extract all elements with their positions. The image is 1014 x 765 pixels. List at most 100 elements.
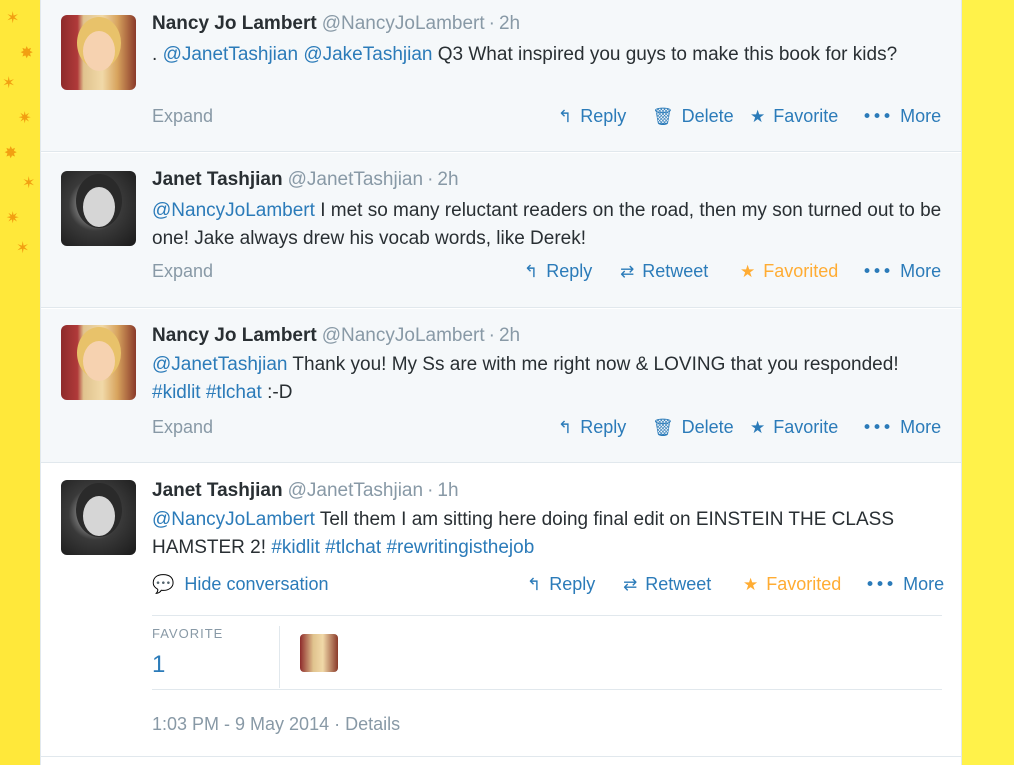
mention-link[interactable]: @JanetTashjian <box>152 354 287 375</box>
delete-button[interactable]: 🗑 Delete <box>652 417 734 438</box>
retweet-button[interactable]: ⇄ Retweet <box>620 261 708 282</box>
delete-label: Delete <box>681 106 734 126</box>
more-button[interactable]: ••• More <box>862 261 941 282</box>
conversation-timeline: Nancy Jo Lambert @NancyJoLambert · 2h . @Ja… <box>40 0 962 765</box>
reply-button[interactable]: ↰ Reply <box>558 106 626 127</box>
username[interactable]: @JanetTashjian <box>288 169 423 190</box>
tweet[interactable]: Nancy Jo Lambert @NancyJoLambert · 2h @Jane… <box>41 309 961 463</box>
more-button[interactable]: ••• More <box>862 106 941 127</box>
mention-link[interactable]: @JanetTashjian <box>163 44 298 65</box>
mention-link[interactable]: @NancyJoLambert <box>152 200 315 221</box>
reply-label: Reply <box>580 417 627 437</box>
hide-conversation-link[interactable]: 💬 Hide conversation <box>152 574 329 595</box>
tweet-stats: FAVORITE 1 <box>152 615 942 690</box>
more-label: More <box>900 417 942 437</box>
tweet-body: Thank you! My Ss are with me right now &… <box>287 354 899 375</box>
reply-icon: ↰ <box>527 575 542 595</box>
hashtag-link[interactable]: #rewritingisthejob <box>386 537 534 558</box>
username[interactable]: @NancyJoLambert <box>322 325 485 346</box>
favorited-button[interactable]: ★ Favorited <box>740 261 838 282</box>
retweet-label: Retweet <box>642 261 709 281</box>
separator: · <box>427 480 434 501</box>
tweet[interactable]: Nancy Jo Lambert @NancyJoLambert · 2h . @Ja… <box>41 0 961 152</box>
fullname[interactable]: Janet Tashjian <box>152 480 283 501</box>
expand-link[interactable]: Expand <box>152 417 213 438</box>
tweet-tail: :-D <box>261 382 293 403</box>
favorite-button[interactable]: ★ Favorite <box>750 417 838 438</box>
text-prefix: . <box>152 44 163 65</box>
fullname[interactable]: Nancy Jo Lambert <box>152 325 317 346</box>
retweet-icon: ⇄ <box>620 262 635 282</box>
hashtag-link[interactable]: #kidlit <box>152 382 201 403</box>
expand-link[interactable]: Expand <box>152 106 213 127</box>
tweet-time[interactable]: 2h <box>499 325 520 346</box>
tweet-text: @NancyJoLambert I met so many reluctant … <box>152 197 952 253</box>
leaf-decoration: ✶ <box>2 73 16 92</box>
more-label: More <box>900 261 942 281</box>
reply-button[interactable]: ↰ Reply <box>524 261 592 282</box>
favorite-stat[interactable]: FAVORITE 1 <box>152 626 280 688</box>
more-dots-icon: ••• <box>862 262 893 282</box>
tweet[interactable]: Janet Tashjian @JanetTashjian · 2h @NancyJo… <box>41 153 961 308</box>
delete-button[interactable]: 🗑 Delete <box>652 106 734 127</box>
tweet-time[interactable]: 2h <box>499 13 520 34</box>
mention-link[interactable]: @NancyJoLambert <box>152 509 315 530</box>
expand-link[interactable]: Expand <box>152 261 213 282</box>
separator: · <box>488 13 495 34</box>
fullname[interactable]: Janet Tashjian <box>152 169 283 190</box>
retweet-button[interactable]: ⇄ Retweet <box>623 574 711 595</box>
fullname[interactable]: Nancy Jo Lambert <box>152 13 317 34</box>
leaf-decoration: ✶ <box>16 238 30 257</box>
avatar[interactable] <box>61 15 136 90</box>
hashtag-link[interactable]: #tlchat <box>206 382 262 403</box>
details-link[interactable]: Details <box>345 714 400 734</box>
reply-icon: ↰ <box>558 418 573 438</box>
separator: · <box>427 169 434 190</box>
tweet-time[interactable]: 2h <box>437 169 458 190</box>
reply-button[interactable]: ↰ Reply <box>527 574 595 595</box>
leaf-background: ✶ ✸ ✶ ✷ ✸ ✶ ✷ ✶ <box>0 0 40 765</box>
more-button[interactable]: ••• More <box>865 574 944 595</box>
tweet-header: Janet Tashjian @JanetTashjian · 2h <box>152 169 459 191</box>
tweet-time[interactable]: 1h <box>437 480 458 501</box>
username[interactable]: @JanetTashjian <box>288 480 423 501</box>
retweet-icon: ⇄ <box>623 575 638 595</box>
retweet-label: Retweet <box>645 574 712 594</box>
tweet-body: Q3 What inspired you guys to make this b… <box>432 44 898 65</box>
avatar[interactable] <box>61 480 136 555</box>
favorited-label: Favorited <box>766 574 842 594</box>
separator: · <box>334 714 341 734</box>
more-label: More <box>900 106 942 126</box>
star-icon: ★ <box>750 107 766 127</box>
tweet-header: Nancy Jo Lambert @NancyJoLambert · 2h <box>152 13 520 35</box>
tweet-actions: Expand ↰ Reply 🗑 Delete ★ Favorite ••• More <box>152 106 942 128</box>
tweet-header: Nancy Jo Lambert @NancyJoLambert · 2h <box>152 325 520 347</box>
favorite-button[interactable]: ★ Favorite <box>750 106 838 127</box>
avatar[interactable] <box>61 325 136 400</box>
more-button[interactable]: ••• More <box>862 417 941 438</box>
reply-label: Reply <box>549 574 596 594</box>
tweet-text: @NancyJoLambert Tell them I am sitting h… <box>152 506 952 562</box>
hashtag-link[interactable]: #kidlit <box>271 537 320 558</box>
reply-icon: ↰ <box>524 262 539 282</box>
trash-icon: 🗑 <box>652 418 674 438</box>
delete-label: Delete <box>681 417 734 437</box>
trash-icon: 🗑 <box>652 107 674 127</box>
tweet-expanded[interactable]: Janet Tashjian @JanetTashjian · 1h @NancyJo… <box>41 464 961 757</box>
reply-button[interactable]: ↰ Reply <box>558 417 626 438</box>
leaf-decoration: ✶ <box>6 8 20 27</box>
leaf-decoration: ✸ <box>4 143 18 162</box>
hide-conversation-label: Hide conversation <box>184 574 329 594</box>
leaf-decoration: ✸ <box>20 43 34 62</box>
more-dots-icon: ••• <box>862 418 893 438</box>
username[interactable]: @NancyJoLambert <box>322 13 485 34</box>
avatar[interactable] <box>61 171 136 246</box>
hashtag-link[interactable]: #tlchat <box>325 537 381 558</box>
more-dots-icon: ••• <box>865 575 896 595</box>
favoriter-avatar[interactable] <box>300 634 338 672</box>
tweet-timestamp-row: 1:03 PM - 9 May 2014 · Details <box>152 714 400 735</box>
favorited-button[interactable]: ★ Favorited <box>743 574 841 595</box>
mention-link[interactable]: @JakeTashjian <box>303 44 432 65</box>
favorite-stat-count[interactable]: 1 <box>152 651 279 679</box>
tweet-timestamp[interactable]: 1:03 PM - 9 May 2014 <box>152 714 329 734</box>
